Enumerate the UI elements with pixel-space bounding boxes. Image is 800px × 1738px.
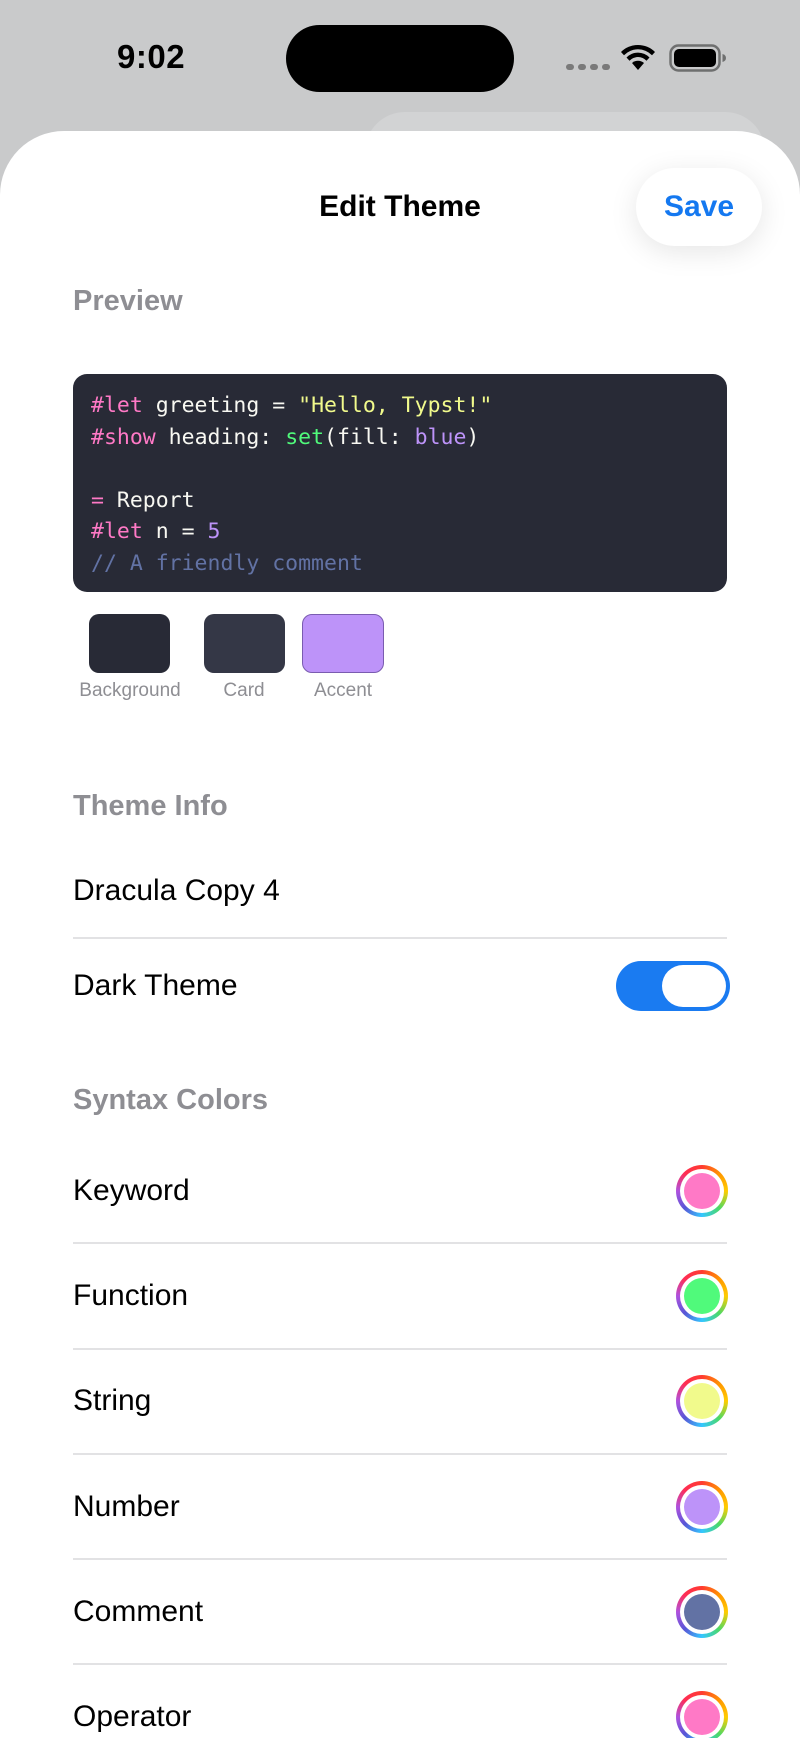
code-token-keyword: #show bbox=[91, 424, 156, 450]
divider bbox=[73, 1348, 727, 1350]
color-swatch bbox=[684, 1489, 720, 1525]
code-token-plain: n = bbox=[142, 519, 208, 544]
divider bbox=[73, 937, 727, 939]
code-preview: #let greeting = "Hello, Typst!" #show hea… bbox=[73, 374, 727, 592]
syntax-label-number: Number bbox=[73, 1490, 180, 1523]
syntax-label-operator: Operator bbox=[73, 1700, 192, 1733]
color-swatch bbox=[684, 1383, 720, 1419]
dark-theme-label: Dark Theme bbox=[73, 969, 238, 1002]
save-button[interactable]: Save bbox=[636, 168, 762, 246]
swatch-label-background: Background bbox=[79, 680, 181, 701]
swatch-accent[interactable] bbox=[302, 614, 384, 673]
swatch-label-card: Card bbox=[223, 680, 265, 701]
status-time: 9:02 bbox=[117, 38, 186, 75]
status-bar: 9:02 bbox=[0, 0, 800, 120]
code-token-plain: Report bbox=[103, 487, 195, 513]
color-swatch bbox=[684, 1278, 720, 1314]
color-well-operator[interactable] bbox=[676, 1691, 728, 1738]
code-token-plain: greeting = bbox=[142, 393, 299, 418]
syntax-label-keyword: Keyword bbox=[73, 1174, 190, 1207]
dynamic-island bbox=[286, 25, 514, 92]
code-token-plain: (fill: bbox=[324, 424, 415, 450]
code-line: = Report bbox=[91, 485, 709, 517]
divider bbox=[73, 1453, 727, 1455]
code-line: #let greeting = "Hello, Typst!" bbox=[91, 390, 709, 422]
code-line: // A friendly comment bbox=[91, 548, 709, 580]
code-token-string: "Hello, Typst!" bbox=[298, 393, 493, 418]
color-swatch bbox=[684, 1699, 720, 1735]
code-token-operator: = bbox=[91, 487, 104, 513]
toggle-knob bbox=[662, 965, 726, 1007]
color-well-function[interactable] bbox=[676, 1270, 728, 1322]
color-well-number[interactable] bbox=[676, 1481, 728, 1533]
swatch-label-accent: Accent bbox=[313, 680, 373, 701]
divider bbox=[73, 1663, 727, 1665]
syntax-label-comment: Comment bbox=[73, 1595, 204, 1628]
dark-theme-toggle[interactable] bbox=[616, 961, 730, 1011]
color-swatch bbox=[684, 1594, 720, 1630]
code-token-number: 5 bbox=[207, 519, 221, 544]
code-token-keyword: #let bbox=[91, 519, 143, 544]
code-token-comment: // A friendly comment bbox=[91, 550, 363, 576]
swatch-card[interactable] bbox=[204, 614, 285, 673]
color-swatch bbox=[684, 1173, 720, 1209]
code-token-number: blue bbox=[414, 424, 467, 450]
code-token-function: set bbox=[285, 424, 325, 450]
code-line: #show heading: set(fill: blue) bbox=[91, 422, 709, 454]
code-line: #let n = 5 bbox=[91, 516, 709, 548]
swatch-background[interactable] bbox=[89, 614, 170, 673]
wifi-icon bbox=[621, 44, 655, 70]
section-header-syntax-colors: Syntax Colors bbox=[73, 1084, 268, 1116]
divider bbox=[73, 1558, 727, 1560]
section-header-preview: Preview bbox=[73, 285, 183, 317]
color-well-comment[interactable] bbox=[676, 1586, 728, 1638]
syntax-label-string: String bbox=[73, 1384, 152, 1417]
color-well-string[interactable] bbox=[676, 1375, 728, 1427]
code-token-plain: heading: bbox=[155, 424, 286, 450]
theme-name-field[interactable]: Dracula Copy 4 bbox=[73, 874, 280, 908]
battery-icon bbox=[669, 44, 726, 72]
cellular-signal-icon bbox=[566, 64, 610, 70]
syntax-label-function: Function bbox=[73, 1279, 189, 1312]
section-header-theme-info: Theme Info bbox=[73, 790, 228, 822]
code-token-keyword: #let bbox=[91, 393, 143, 418]
code-token-plain: ) bbox=[466, 424, 480, 450]
divider bbox=[73, 1242, 727, 1244]
color-well-keyword[interactable] bbox=[676, 1165, 728, 1217]
